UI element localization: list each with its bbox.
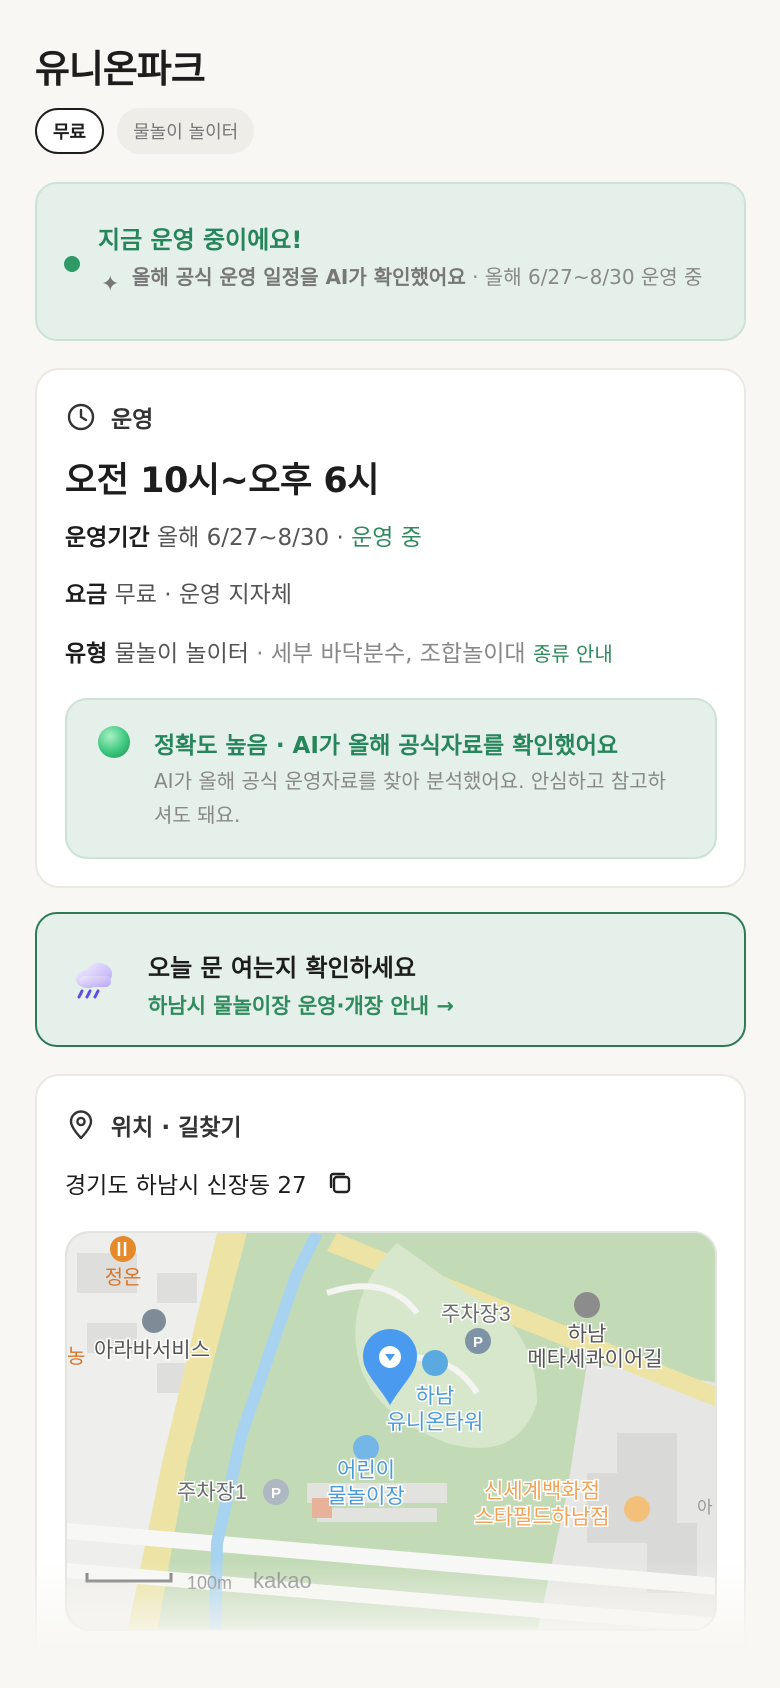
status-subtitle: 올해 공식 운영 일정을 AI가 확인했어요 · 올해 6/27~8/30 운영… <box>132 262 722 292</box>
fee-value: 무료 · 운영 지자체 <box>114 582 293 608</box>
type-detail: · 세부 바닥분수, 조합놀이대 <box>248 641 533 667</box>
map-label-edge-right: 아 <box>697 1498 713 1517</box>
map-label-tower-2: 유니온타워 <box>387 1411 484 1434</box>
tag-chips: 무료 물놀이 놀이터 <box>35 108 255 154</box>
map-label-tower-1: 하남 <box>416 1385 455 1408</box>
clock-icon <box>67 403 95 431</box>
map-label-jungon: 정온 <box>105 1266 142 1289</box>
rain-cloud-icon <box>76 963 112 999</box>
map-label-edge-left: 농 <box>67 1346 85 1368</box>
map-label-hanam-meta-1: 하남 <box>568 1323 607 1346</box>
location-heading-label: 위치 · 길찾기 <box>111 1115 242 1141</box>
status-card: 지금 운영 중이에요! ✦ 올해 공식 운영 일정을 AI가 확인했어요 · 올… <box>35 182 746 341</box>
open-check-notice[interactable]: 오늘 문 여는지 확인하세요 하남시 물놀이장 운영·개장 안내 → <box>35 912 746 1047</box>
type-guide-link[interactable]: 종류 안내 <box>533 642 613 666</box>
accuracy-orb-icon <box>98 726 130 758</box>
operation-type-row: 유형 물놀이 놀이터 · 세부 바닥분수, 조합놀이대 종류 안내 <box>65 634 613 668</box>
svg-text:P: P <box>473 1334 483 1351</box>
svg-text:P: P <box>271 1485 281 1502</box>
sparkle-icon: ✦ <box>101 272 120 297</box>
period-status: 운영 중 <box>351 525 422 551</box>
copy-icon[interactable] <box>325 1168 355 1198</box>
period-label: 운영기간 <box>65 525 150 551</box>
chip-water-playground[interactable]: 물놀이 놀이터 <box>117 108 255 154</box>
status-title: 지금 운영 중이에요! <box>98 226 303 254</box>
operation-period-row: 운영기간 올해 6/27~8/30 · 운영 중 <box>65 518 422 552</box>
map-label-kids-2: 물놀이장 <box>327 1485 404 1508</box>
address-row: 경기도 하남시 신장동 27 <box>65 1166 355 1200</box>
map-label-arabus: 아라바서비스 <box>94 1339 210 1362</box>
map-label-kids-1: 어린이 <box>337 1459 395 1482</box>
accuracy-box: 정확도 높음 · AI가 올해 공식자료를 확인했어요 AI가 올해 공식 운영… <box>65 698 717 859</box>
period-value: 올해 6/27~8/30 · <box>156 525 352 551</box>
map-label-shinsegae-1: 신세계백화점 <box>484 1480 600 1503</box>
notice-link[interactable]: 하남시 물놀이장 운영·개장 안내 → <box>148 990 454 1020</box>
status-sub-bold: 올해 공식 운영 일정을 AI가 확인했어요 <box>132 265 466 289</box>
map-label-shinsegae-2: 스타필드하남점 <box>474 1506 609 1529</box>
bottom-fade <box>0 1560 780 1688</box>
map-label-parking1: 주차장1 <box>177 1481 247 1504</box>
type-value: 물놀이 놀이터 <box>114 641 249 667</box>
operation-fee-row: 요금 무료 · 운영 지자체 <box>65 575 292 609</box>
accuracy-description: AI가 올해 공식 운영자료를 찾아 분석했어요. 안심하고 참고하셔도 돼요. <box>154 769 667 827</box>
map-label-parking3: 주차장3 <box>441 1303 511 1326</box>
operation-card: 운영 오전 10시~오후 6시 운영기간 올해 6/27~8/30 · 운영 중… <box>35 368 746 888</box>
type-label: 유형 <box>65 641 108 667</box>
operation-heading: 운영 <box>65 400 153 434</box>
notice-title: 오늘 문 여는지 확인하세요 <box>148 954 416 982</box>
operation-hours: 오전 10시~오후 6시 <box>65 461 379 501</box>
status-sub-rest: · 올해 6/27~8/30 운영 중 <box>465 265 703 289</box>
chip-free[interactable]: 무료 <box>35 108 105 154</box>
page-title: 유니온파크 <box>35 47 206 91</box>
address-text: 경기도 하남시 신장동 27 <box>65 1173 307 1199</box>
map-label-hanam-meta-2: 메타세콰이어길 <box>527 1348 662 1371</box>
fee-label: 요금 <box>65 582 108 608</box>
location-heading: 위치 · 길찾기 <box>65 1108 242 1142</box>
status-dot <box>64 256 80 272</box>
accuracy-title: 정확도 높음 · AI가 올해 공식자료를 확인했어요 <box>154 733 619 759</box>
location-pin-icon <box>69 1110 93 1140</box>
operation-heading-label: 운영 <box>111 407 154 433</box>
